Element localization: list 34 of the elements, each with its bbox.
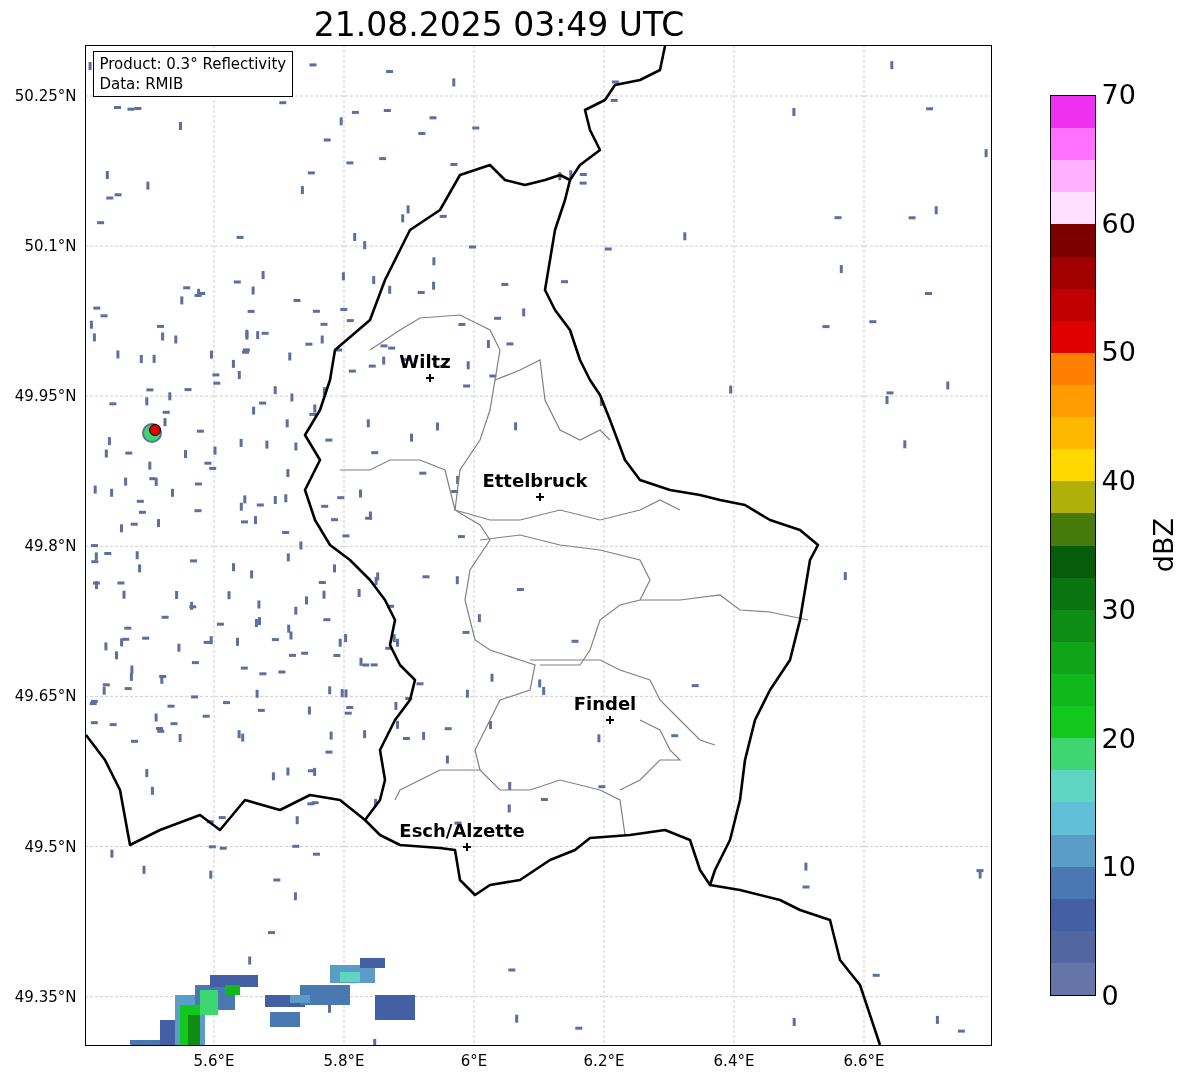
city-label: Wiltz (398, 351, 451, 372)
axis-tick-label: 5.6°E (193, 1052, 235, 1070)
colorbar-tick-label: 40 (1101, 466, 1136, 497)
axis-tick-label: 49.8°N (24, 537, 77, 556)
chart-title: 21.08.2025 03:49 UTC (313, 4, 685, 41)
city-marker-icon (604, 715, 615, 725)
axis-tick-label: 6°E (460, 1052, 488, 1070)
axis-tick-label: 49.35°N (14, 987, 77, 1006)
colorbar-tick-label: 10 (1101, 852, 1136, 883)
info-text: Data: RMIB (99, 74, 185, 94)
city-marker-icon (424, 373, 435, 383)
axis-tick-label: 6.4°E (713, 1052, 755, 1070)
colorbar-label: dBZ (1146, 518, 1180, 573)
info-text: Product: 0.3° Reflectivity (99, 54, 287, 74)
colorbar-tick-label: 20 (1101, 723, 1136, 754)
city-marker-icon (461, 842, 472, 852)
axis-tick-label: 5.8°E (323, 1052, 365, 1070)
axis-tick-label: 50.1°N (24, 237, 77, 256)
colorbar-tick-label: 70 (1101, 80, 1136, 110)
axis-tick-label: 49.65°N (14, 687, 77, 706)
colorbar-tick-label: 0 (1101, 981, 1119, 1011)
axis-tick-label: 49.95°N (14, 387, 77, 406)
axis-tick-label: 6.6°E (843, 1052, 885, 1070)
axis-tick-label: 50.25°N (14, 87, 77, 105)
city-marker-icon (534, 492, 545, 502)
axis-tick-label: 49.5°N (24, 837, 77, 856)
colorbar-tick-label: 60 (1101, 208, 1136, 239)
city-label: Findel (573, 693, 636, 714)
radar-site-icon (141, 423, 162, 443)
colorbar-tick-label: 50 (1101, 337, 1136, 368)
colorbar-tick-label: 30 (1101, 594, 1136, 625)
city-label: Esch/Alzette (398, 820, 525, 841)
city-label: Ettelbruck (481, 470, 588, 491)
axis-tick-label: 6.2°E (583, 1052, 625, 1070)
